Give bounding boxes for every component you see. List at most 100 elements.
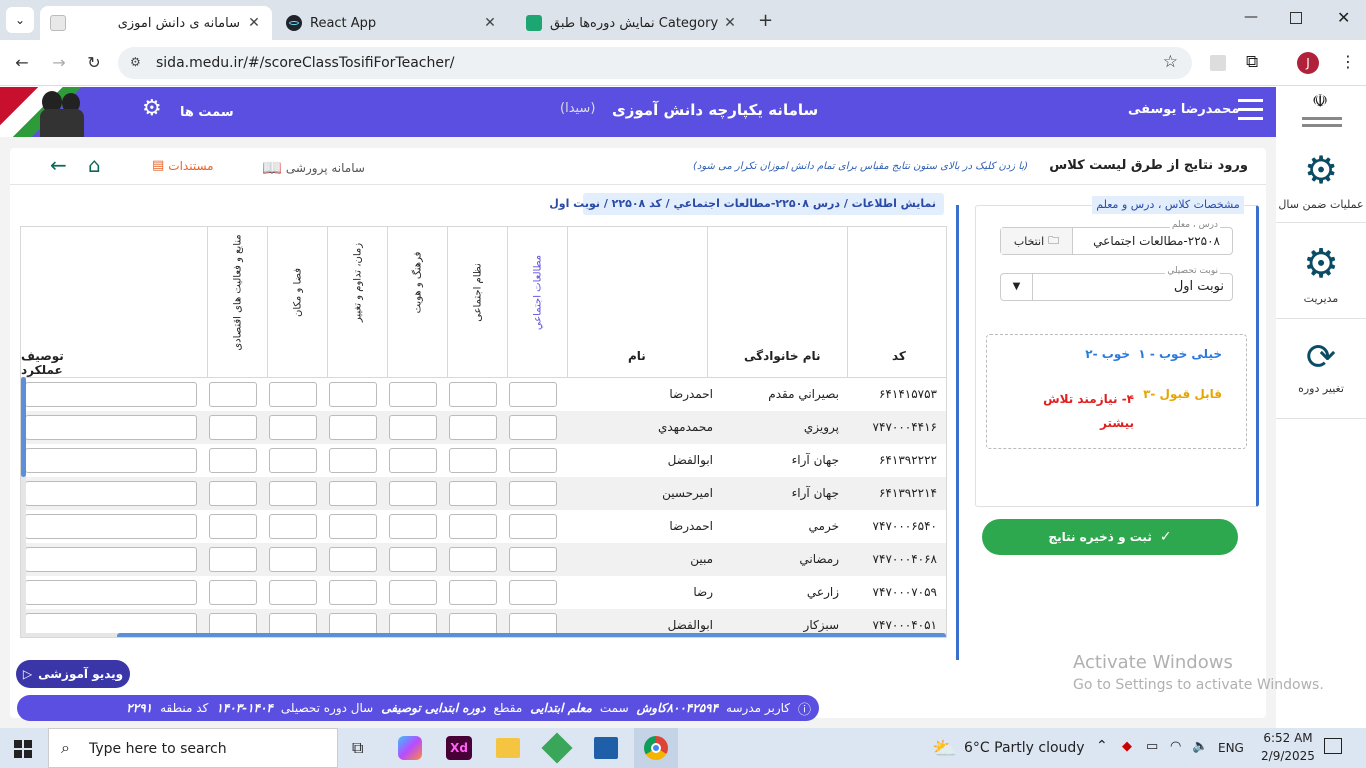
clock-date[interactable]: 2/9/2025 <box>1258 749 1318 763</box>
language-indicator[interactable]: ENG <box>1218 741 1244 755</box>
roles-button[interactable]: سمت ها <box>180 105 234 120</box>
horizontal-scrollbar-thumb[interactable] <box>117 633 946 637</box>
clock-time[interactable]: 6:52 AM <box>1258 731 1318 745</box>
score-input-4[interactable] <box>329 415 377 440</box>
term-select[interactable]: نوبت تحصیلي نوبت اول ▼ <box>1000 266 1233 301</box>
save-results-button[interactable]: ثبت و ذخیره نتایج ✓ <box>982 519 1238 555</box>
lesson-field[interactable]: درس ، معلم ۲۲۵۰۸-مطالعات اجتماعي انتخاب … <box>1000 220 1233 255</box>
file-explorer-icon[interactable] <box>496 738 520 758</box>
score-input-3[interactable] <box>389 448 437 473</box>
description-input[interactable] <box>25 448 197 473</box>
new-tab-icon[interactable]: + <box>758 10 773 31</box>
docs-link[interactable]: ▤ مستندات <box>152 158 214 173</box>
description-input[interactable] <box>25 382 197 407</box>
description-input[interactable] <box>25 481 197 506</box>
score-input-5[interactable] <box>269 580 317 605</box>
score-input-5[interactable] <box>269 448 317 473</box>
header-scale-6[interactable]: منابع و فعالیت های اقتصادی <box>207 227 267 377</box>
score-input-5[interactable] <box>269 415 317 440</box>
score-input-4[interactable] <box>329 382 377 407</box>
score-input-4[interactable] <box>329 448 377 473</box>
close-icon[interactable]: ✕ <box>482 15 498 31</box>
tab-react-app[interactable]: React App ✕ <box>276 6 508 40</box>
home-icon[interactable]: ⌂ <box>88 153 101 177</box>
description-input[interactable] <box>25 415 197 440</box>
score-input-5[interactable] <box>269 547 317 572</box>
header-scale-4[interactable]: زمان، تداوم و تغییر <box>327 227 387 377</box>
score-input-4[interactable] <box>329 481 377 506</box>
header-scale-5[interactable]: فضا و مکان <box>267 227 327 377</box>
close-icon[interactable]: ✕ <box>722 15 738 31</box>
notification-icon[interactable] <box>1324 738 1342 754</box>
score-input-4[interactable] <box>329 580 377 605</box>
description-input[interactable] <box>25 580 197 605</box>
header-scale-1[interactable]: مطالعات اجتماعي <box>507 227 567 377</box>
horizontal-scrollbar-track[interactable] <box>21 633 946 637</box>
sidebar-item-change-term[interactable]: ⟳ تغییر دوره <box>1276 334 1366 395</box>
git-app-icon[interactable] <box>541 732 573 764</box>
score-input-2[interactable] <box>449 580 497 605</box>
score-input-2[interactable] <box>449 415 497 440</box>
restore-icon[interactable] <box>1290 12 1302 24</box>
chevron-up-icon[interactable]: ⌃ <box>1096 738 1108 754</box>
bookmark-star-icon[interactable]: ☆ <box>1163 52 1178 72</box>
battery-icon[interactable]: ▭ <box>1146 739 1158 754</box>
score-input-6[interactable] <box>209 448 257 473</box>
minimize-icon[interactable]: — <box>1244 9 1258 25</box>
score-input-3[interactable] <box>389 415 437 440</box>
score-input-1[interactable] <box>509 514 557 539</box>
score-input-5[interactable] <box>269 514 317 539</box>
header-scale-2[interactable]: نظام اجتماعی <box>447 227 507 377</box>
weather-icon[interactable]: ⛅ <box>932 736 957 760</box>
news-app-icon[interactable] <box>594 737 618 759</box>
score-input-1[interactable] <box>509 580 557 605</box>
score-input-4[interactable] <box>329 514 377 539</box>
description-input[interactable] <box>25 514 197 539</box>
score-input-4[interactable] <box>329 547 377 572</box>
header-scale-3[interactable]: فرهنگ و هویت <box>387 227 447 377</box>
score-input-1[interactable] <box>509 481 557 506</box>
close-icon[interactable]: ✕ <box>246 15 262 31</box>
window-close-icon[interactable]: ✕ <box>1337 8 1350 27</box>
score-input-3[interactable] <box>389 514 437 539</box>
tab-search-button[interactable]: ⌄ <box>6 7 34 33</box>
sidebar-item-management[interactable]: ⚙ مدیریت <box>1276 240 1366 305</box>
score-input-2[interactable] <box>449 481 497 506</box>
select-lesson-button[interactable]: انتخاب 🗀 <box>1001 228 1073 254</box>
score-input-3[interactable] <box>389 547 437 572</box>
copilot-icon[interactable] <box>398 736 422 760</box>
arrow-left-icon[interactable]: ← <box>50 153 67 177</box>
score-input-3[interactable] <box>389 481 437 506</box>
users-group-icon[interactable]: ⚙ <box>142 96 162 121</box>
video-tutorial-button[interactable]: ▷ ویدیو آموزشی <box>16 660 130 688</box>
wifi-icon[interactable]: ◠ <box>1170 739 1181 754</box>
score-input-6[interactable] <box>209 580 257 605</box>
windows-start-icon[interactable] <box>14 740 32 758</box>
vertical-scrollbar-track[interactable] <box>21 377 26 637</box>
hamburger-icon[interactable] <box>1238 99 1263 121</box>
tab-sida[interactable]: سامانه ی دانش آموزی ✕ <box>40 6 272 40</box>
score-input-1[interactable] <box>509 448 557 473</box>
description-input[interactable] <box>25 547 197 572</box>
score-input-2[interactable] <box>449 382 497 407</box>
url-input[interactable]: ⚙ sida.medu.ir/#/scoreClassTosifiForTeac… <box>118 47 1192 79</box>
score-input-2[interactable] <box>449 547 497 572</box>
tab-category[interactable]: نمایش دوره‌ها طبق Category - آ ✕ <box>516 6 748 40</box>
extension-icon[interactable] <box>1210 55 1226 71</box>
score-input-1[interactable] <box>509 382 557 407</box>
score-input-6[interactable] <box>209 547 257 572</box>
volume-icon[interactable]: 🔈 <box>1192 739 1208 754</box>
vertical-scrollbar-thumb[interactable] <box>21 377 26 477</box>
score-input-1[interactable] <box>509 415 557 440</box>
score-input-5[interactable] <box>269 481 317 506</box>
score-input-6[interactable] <box>209 514 257 539</box>
kebab-menu-icon[interactable]: ⋮ <box>1340 52 1356 71</box>
security-icon[interactable]: ◆ <box>1122 739 1132 754</box>
parvareshi-link[interactable]: 📖 سامانه پرورشی <box>262 158 365 177</box>
score-input-6[interactable] <box>209 382 257 407</box>
score-input-6[interactable] <box>209 481 257 506</box>
chrome-taskbar-button[interactable] <box>634 728 678 768</box>
score-input-1[interactable] <box>509 547 557 572</box>
adobe-xd-icon[interactable]: Xd <box>446 736 472 760</box>
score-input-3[interactable] <box>389 382 437 407</box>
